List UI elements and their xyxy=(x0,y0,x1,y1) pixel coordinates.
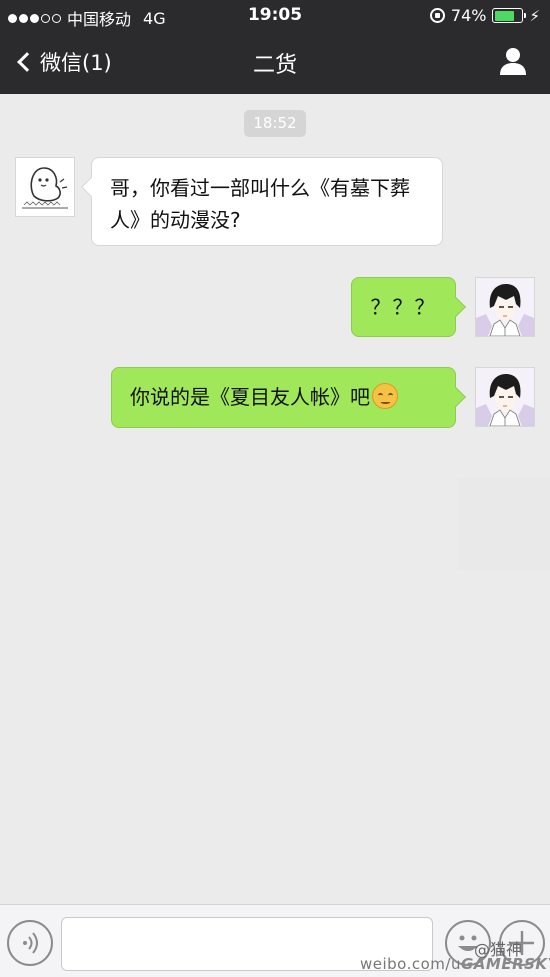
battery-percent: 74% xyxy=(450,6,487,25)
charging-bolt-icon: ⚡ xyxy=(529,6,540,25)
contact-avatar[interactable] xyxy=(15,157,75,217)
battery-icon xyxy=(492,8,527,23)
bubble-tail xyxy=(81,177,101,197)
voice-icon xyxy=(23,932,38,954)
nav-bar: 微信(1) 二货 xyxy=(0,32,550,94)
outgoing-message-bubble[interactable]: 你说的是《夏目友人帐》吧 xyxy=(111,367,466,428)
my-avatar[interactable] xyxy=(475,367,535,427)
watermark-handle: @猫神 xyxy=(474,940,523,959)
bubble-tail xyxy=(446,387,466,407)
message-text: 哥，你看过一部叫什么《有墓下葬人》的动漫没? xyxy=(110,176,410,232)
status-right-group: 74% ⚡ xyxy=(429,6,540,25)
message-timestamp: 18:52 xyxy=(244,110,306,137)
message-text: 你说的是《夏目友人帐》吧 xyxy=(130,385,370,409)
voice-toggle-button[interactable] xyxy=(7,920,53,966)
outgoing-message-bubble[interactable]: ？？？ xyxy=(351,277,466,337)
profile-icon[interactable] xyxy=(498,46,528,76)
battery-fill xyxy=(494,10,515,21)
anime-portrait-icon xyxy=(476,278,534,336)
watermark-url-text: weibo.com/u xyxy=(360,955,461,973)
faint-overlay-patch xyxy=(458,478,550,570)
rotation-lock-icon xyxy=(429,8,445,23)
incoming-message-bubble[interactable]: 哥，你看过一部叫什么《有墓下葬人》的动漫没? xyxy=(81,157,443,246)
anime-portrait-icon xyxy=(476,368,534,426)
chat-title: 二货 xyxy=(252,53,297,78)
my-avatar[interactable] xyxy=(475,277,535,337)
ghost-doodle-icon xyxy=(16,158,74,216)
status-bar: 中国移动 4G 19:05 74% ⚡ xyxy=(0,0,550,32)
relieved-face-icon xyxy=(372,383,398,409)
message-text: ？？？ xyxy=(370,295,437,319)
bubble-tail xyxy=(446,297,466,317)
